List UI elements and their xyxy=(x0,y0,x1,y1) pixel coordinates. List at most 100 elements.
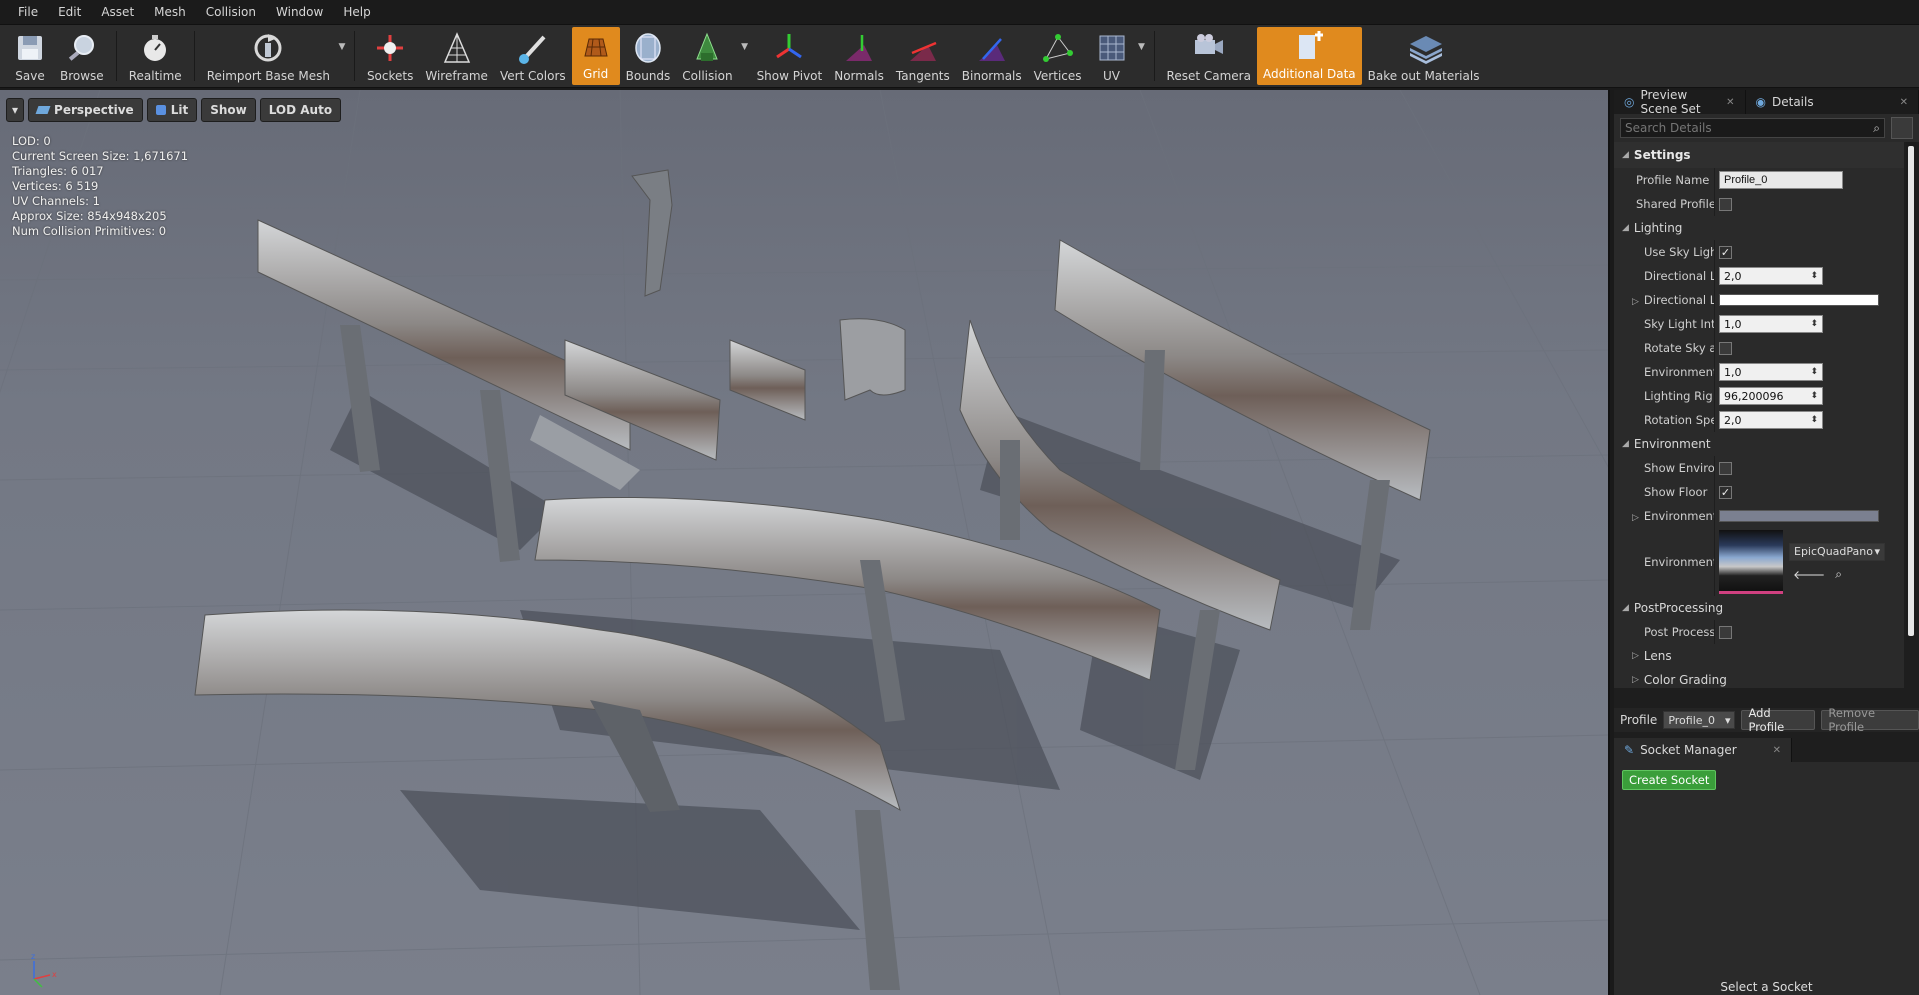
vertcolors-button[interactable]: Vert Colors xyxy=(494,25,572,87)
use-selected-arrow-icon[interactable]: 🡐 xyxy=(1793,567,1825,582)
uv-dropdown-icon[interactable]: ▼ xyxy=(1136,25,1148,87)
sockets-button[interactable]: Sockets xyxy=(361,25,419,87)
category-lens[interactable]: ▷ Lens xyxy=(1614,644,1904,668)
reimport-dropdown-icon[interactable]: ▼ xyxy=(336,25,348,87)
show-env-checkbox[interactable] xyxy=(1719,461,1732,475)
profile-row: Profile Profile_0 ▾ Add Profile Remove Pr… xyxy=(1614,706,1919,734)
row-dir-light-color: ▷ Directional Lic xyxy=(1614,288,1904,312)
collapsed-arrow-icon[interactable]: ▷ xyxy=(1632,513,1639,523)
details-panel: ◢ Settings Profile Name Shared Profile ◢ L… xyxy=(1614,142,1904,688)
lighting-label: Lighting xyxy=(1633,221,1683,235)
menu-window[interactable]: Window xyxy=(266,5,333,19)
row-rotation-speed: Rotation Spee 2,0 ⬍ xyxy=(1614,408,1904,432)
category-lighting[interactable]: ◢ Lighting xyxy=(1614,216,1904,240)
show-floor-checkbox[interactable]: ✓ xyxy=(1719,485,1732,499)
panel-tabs: ◎ Preview Scene Set ✕ ◉ Details ✕ xyxy=(1614,88,1919,116)
wireframe-button[interactable]: Wireframe xyxy=(419,25,494,87)
chevron-down-icon: ▾ xyxy=(12,103,19,117)
show-label: Show xyxy=(210,103,247,117)
rotate-sky-checkbox[interactable] xyxy=(1719,341,1732,355)
category-color-grading[interactable]: ▷ Color Grading xyxy=(1614,668,1904,692)
dir-light-input[interactable]: 2,0 ⬍ xyxy=(1719,267,1823,285)
additional-data-button[interactable]: Additional Data xyxy=(1256,27,1362,85)
grid-button[interactable]: Grid xyxy=(571,27,620,85)
profile-select-value: Profile_0 xyxy=(1668,713,1716,727)
menu-edit[interactable]: Edit xyxy=(48,5,91,19)
env-color-swatch[interactable] xyxy=(1719,510,1879,522)
profile-name-input[interactable] xyxy=(1719,171,1843,189)
close-icon[interactable]: ✕ xyxy=(1900,97,1908,108)
paintbrush-icon xyxy=(515,29,551,67)
bake-materials-button[interactable]: Bake out Materials xyxy=(1362,25,1486,87)
realtime-button[interactable]: Realtime xyxy=(123,25,188,87)
details-scrollbar[interactable] xyxy=(1906,142,1916,640)
showpivot-button[interactable]: Show Pivot xyxy=(751,25,829,87)
lod-button[interactable]: LOD Auto xyxy=(259,98,342,122)
svg-text:z: z xyxy=(31,952,35,961)
tab-preview-label: Preview Scene Set xyxy=(1640,88,1701,116)
stat-lod: LOD: 0 xyxy=(12,134,51,148)
preview-viewport[interactable]: ▾ Perspective Lit Show LOD Auto LOD: 0 C… xyxy=(0,90,1610,995)
perspective-button[interactable]: Perspective xyxy=(28,98,143,122)
cubemap-select[interactable]: EpicQuadPanora▾ xyxy=(1789,542,1885,561)
menu-file[interactable]: File xyxy=(8,5,48,19)
reimport-button[interactable]: Reimport Base Mesh xyxy=(201,25,336,87)
cubemap-thumbnail[interactable] xyxy=(1719,530,1783,594)
reset-camera-button[interactable]: Reset Camera xyxy=(1161,25,1257,87)
select-socket-hint: Select a Socket xyxy=(1720,980,1813,994)
collapsed-arrow-icon[interactable]: ▷ xyxy=(1632,297,1639,307)
profile-select[interactable]: Profile_0 ▾ xyxy=(1663,711,1736,729)
wireframe-label: Wireframe xyxy=(425,69,488,83)
binormals-button[interactable]: Binormals xyxy=(956,25,1028,87)
rotation-speed-input[interactable]: 2,0 ⬍ xyxy=(1719,411,1823,429)
category-postprocessing[interactable]: ◢ PostProcessing xyxy=(1614,596,1904,620)
toolbar-separator xyxy=(1153,31,1155,81)
scrollbar-thumb[interactable] xyxy=(1908,146,1914,636)
spinner-icon: ⬍ xyxy=(1810,319,1818,329)
normals-button[interactable]: Normals xyxy=(828,25,890,87)
stat-approx-size: Approx Size: 854x948x205 xyxy=(12,209,167,223)
dir-light-color-swatch[interactable] xyxy=(1719,294,1879,306)
env-intensity-input[interactable]: 1,0 ⬍ xyxy=(1719,363,1823,381)
svg-text:x: x xyxy=(52,970,57,979)
row-dir-light: Directional Lig 2,0 ⬍ xyxy=(1614,264,1904,288)
collision-dropdown-icon[interactable]: ▼ xyxy=(739,25,751,87)
tangents-button[interactable]: Tangents xyxy=(890,25,956,87)
vertices-button[interactable]: Vertices xyxy=(1028,25,1088,87)
viewport-options-dropdown[interactable]: ▾ xyxy=(6,98,25,122)
tab-preview-scene[interactable]: ◎ Preview Scene Set ✕ xyxy=(1614,88,1746,116)
category-settings[interactable]: ◢ Settings xyxy=(1614,142,1904,168)
sky-intensity-input[interactable]: 1,0 ⬍ xyxy=(1719,315,1823,333)
add-profile-button[interactable]: Add Profile xyxy=(1741,706,1816,734)
rig-rotation-input[interactable]: 96,200096 ⬍ xyxy=(1719,387,1823,405)
sockets-label: Sockets xyxy=(366,69,414,83)
shared-profile-checkbox[interactable] xyxy=(1719,197,1732,211)
post-enabled-checkbox[interactable] xyxy=(1719,625,1732,639)
env-intensity-label: Environment Ir xyxy=(1644,365,1714,379)
lit-button[interactable]: Lit xyxy=(146,98,198,122)
menu-help[interactable]: Help xyxy=(333,5,380,19)
category-environment[interactable]: ◢ Environment xyxy=(1614,432,1904,456)
chevron-down-icon: ▾ xyxy=(1874,545,1880,558)
remove-profile-button[interactable]: Remove Profile xyxy=(1821,706,1919,734)
search-input[interactable] xyxy=(1625,121,1825,135)
save-button[interactable]: Save xyxy=(6,25,54,87)
tab-socket-manager[interactable]: ✎ Socket Manager ✕ xyxy=(1614,738,1793,762)
tab-details[interactable]: ◉ Details ✕ xyxy=(1745,90,1919,114)
uv-button[interactable]: UV xyxy=(1088,25,1136,87)
menu-mesh[interactable]: Mesh xyxy=(144,5,196,19)
menu-collision[interactable]: Collision xyxy=(196,5,266,19)
close-icon[interactable]: ✕ xyxy=(1726,97,1734,108)
browse-label: Browse xyxy=(60,69,104,83)
rotate-sky-label: Rotate Sky anc xyxy=(1644,341,1714,355)
browse-asset-icon[interactable]: ⌕ xyxy=(1835,567,1842,582)
use-sky-checkbox[interactable]: ✓ xyxy=(1719,245,1732,259)
show-button[interactable]: Show xyxy=(201,98,256,122)
browse-button[interactable]: Browse xyxy=(54,25,110,87)
view-options-icon[interactable] xyxy=(1891,117,1913,139)
menu-asset[interactable]: Asset xyxy=(91,5,144,19)
close-icon[interactable]: ✕ xyxy=(1773,745,1781,756)
create-socket-button[interactable]: Create Socket xyxy=(1622,770,1717,790)
collision-button[interactable]: Collision xyxy=(676,25,738,87)
bounds-button[interactable]: Bounds xyxy=(620,25,677,87)
